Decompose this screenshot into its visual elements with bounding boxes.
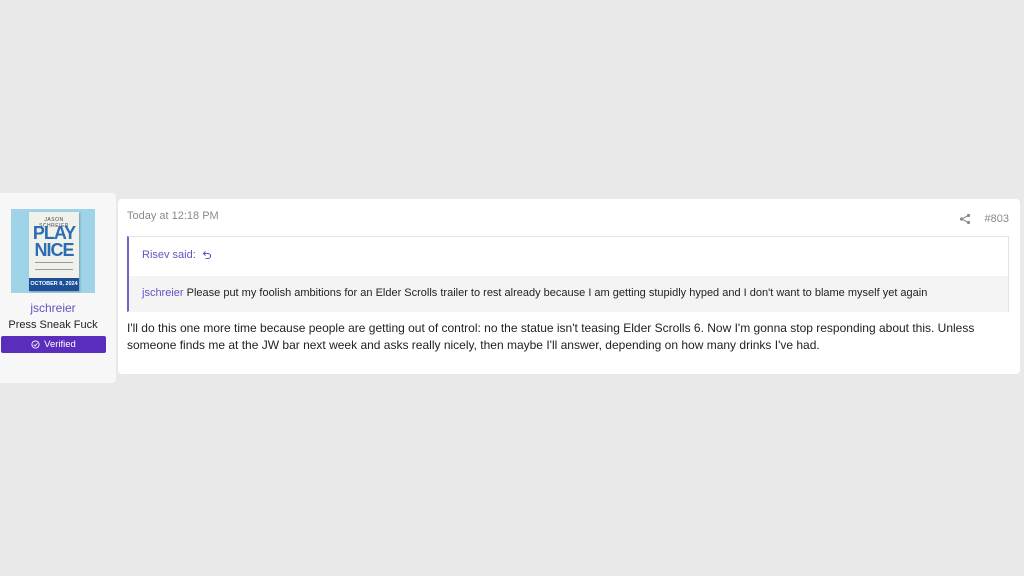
book-date: OCTOBER 8, 2024 (29, 278, 79, 291)
user-card: JASON SCHREIER PLAY NICE OCTOBER 8, 2024… (0, 193, 116, 383)
verified-badge-label: Verified (44, 339, 76, 350)
user-title: Press Sneak Fuck (8, 319, 98, 331)
share-icon[interactable] (959, 213, 971, 225)
book-cover-image: JASON SCHREIER PLAY NICE OCTOBER 8, 2024 (29, 212, 79, 291)
book-title-line2: NICE (34, 240, 74, 260)
book-title-line1: PLAY (32, 223, 76, 243)
go-to-quote-icon[interactable] (202, 250, 212, 260)
avatar[interactable]: JASON SCHREIER PLAY NICE OCTOBER 8, 2024 (11, 209, 95, 293)
post-body: I'll do this one more time because peopl… (127, 321, 975, 352)
post: Today at 12:18 PM #803 Risev said: jschr… (118, 199, 1020, 374)
quote-block: Risev said: jschreier Please put my fool… (127, 236, 1009, 312)
quote-content: jschreier Please put my foolish ambition… (129, 276, 1008, 312)
post-number-link[interactable]: #803 (985, 213, 1009, 225)
quote-author[interactable]: Risev said: (142, 249, 196, 261)
book-subtitle-lines (35, 262, 73, 270)
quote-header[interactable]: Risev said: (142, 249, 212, 261)
verified-badge: Verified (1, 336, 106, 353)
username-link[interactable]: jschreier (0, 301, 106, 315)
post-timestamp[interactable]: Today at 12:18 PM (127, 210, 219, 222)
quote-text: Please put my foolish ambitions for an E… (183, 287, 928, 299)
post-actions: #803 (959, 213, 1009, 225)
user-mention-link[interactable]: jschreier (142, 287, 184, 299)
verified-check-icon (31, 340, 40, 349)
